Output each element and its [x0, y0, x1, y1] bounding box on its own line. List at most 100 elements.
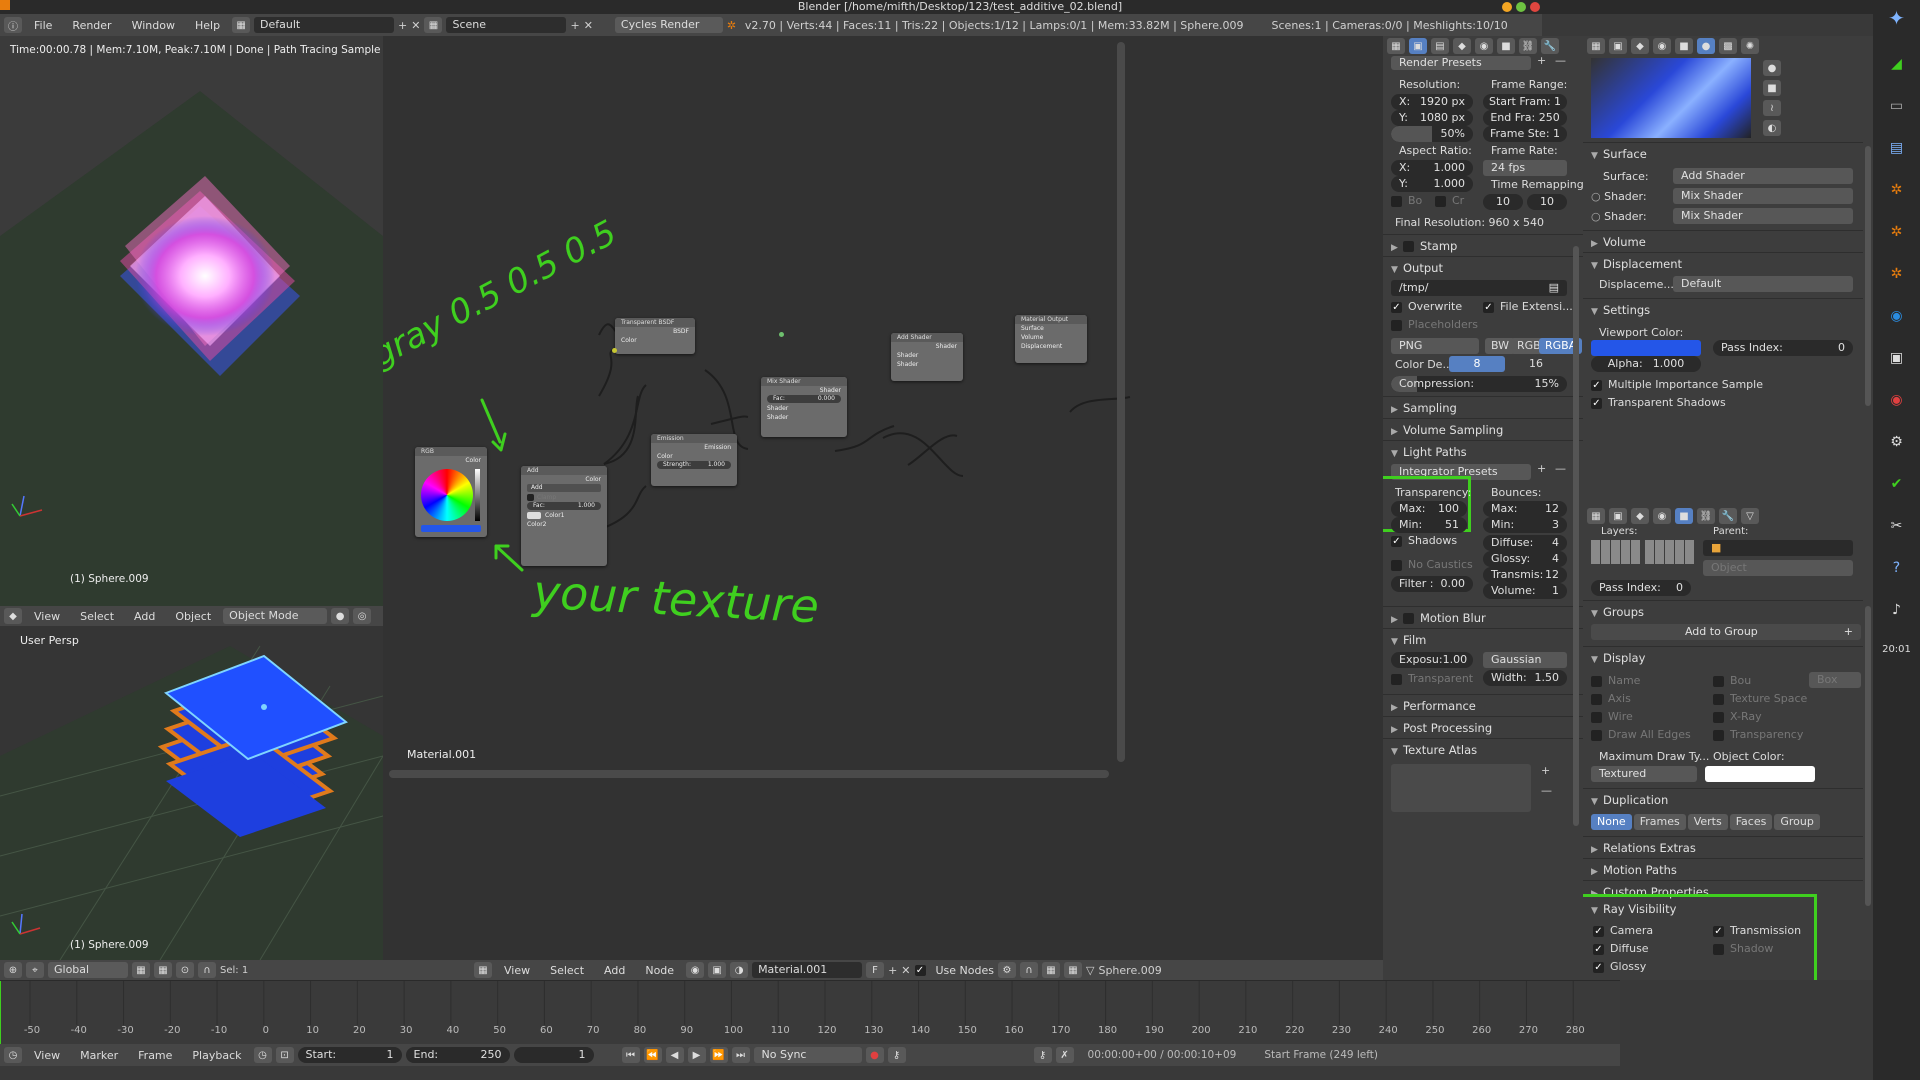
preview-flat-icon[interactable]: ■ [1763, 80, 1781, 96]
film-transparent-checkbox[interactable]: Transparent [1391, 672, 1473, 685]
render-engine-select[interactable]: Cycles Render [614, 17, 723, 33]
play-icon[interactable]: ▶ [687, 1047, 706, 1063]
object-tab-icon-2[interactable]: ■ [1675, 38, 1693, 54]
ray-diffuse-checkbox[interactable]: ✓ Diffuse [1593, 942, 1649, 955]
preview-world-icon[interactable]: ◐ [1763, 120, 1781, 136]
help-icon[interactable]: ? [1893, 560, 1900, 576]
scene-tab-icon-3[interactable]: ◆ [1631, 508, 1649, 524]
remove-preset-icon[interactable]: — [1555, 54, 1566, 67]
files-icon[interactable]: ▤ [1890, 140, 1903, 156]
surface-shader-select[interactable]: Add Shader [1673, 168, 1853, 184]
add-to-group-button[interactable]: Add to Group + [1591, 624, 1861, 640]
material-pass-index-field[interactable]: Pass Index: 0 [1713, 340, 1853, 356]
display-section-header[interactable]: ▼ Display [1583, 646, 1863, 668]
scissors-icon[interactable]: ✂ [1891, 518, 1903, 534]
mode-select[interactable]: Object Mode [223, 608, 328, 624]
constraints-tab-icon[interactable]: ⛓ [1519, 38, 1537, 54]
remove-material-icon[interactable]: ✕ [901, 964, 910, 977]
displacement-select[interactable]: Default [1673, 276, 1853, 292]
editor-type-icon[interactable]: ◆ [4, 608, 22, 624]
fake-user-button[interactable]: F [866, 962, 885, 978]
mis-checkbox[interactable]: ✓ Multiple Importance Sample [1591, 378, 1763, 391]
record-icon[interactable]: ● [865, 1047, 884, 1063]
object-props-scrollbar[interactable] [1865, 606, 1871, 906]
output-section-header[interactable]: ▼ Output [1383, 256, 1583, 278]
jump-start-icon[interactable]: ⏮ [621, 1047, 640, 1063]
copy-node-icon[interactable]: ▦ [1042, 962, 1060, 978]
jump-end-icon[interactable]: ⏭ [731, 1047, 750, 1063]
chrome-icon[interactable]: ◉ [1890, 392, 1902, 408]
exposure-field[interactable]: Exposu: 1.00 [1391, 652, 1473, 668]
preview-range-icon[interactable]: ◷ [253, 1047, 272, 1063]
res-x-field[interactable]: X: 1920 px [1391, 94, 1473, 110]
add-preset-icon[interactable]: + [1537, 54, 1546, 67]
dup-frames-button[interactable]: Frames [1633, 814, 1686, 830]
remove-atlas-icon[interactable]: — [1541, 784, 1552, 797]
bounds-checkbox[interactable]: Bou [1713, 674, 1751, 687]
scene-icon[interactable]: ▦ [424, 17, 443, 33]
node-editor-type-icon[interactable]: ▦ [474, 962, 492, 978]
dup-verts-button[interactable]: Verts [1687, 814, 1728, 830]
node-menu-add[interactable]: Add [596, 964, 633, 977]
next-keyframe-icon[interactable]: ⏩ [709, 1047, 728, 1063]
res-y-field[interactable]: Y: 1080 px [1391, 110, 1473, 126]
overwrite-checkbox[interactable]: ✓ Overwrite [1391, 300, 1462, 313]
dup-none-button[interactable]: None [1591, 814, 1632, 830]
layer-grid-2[interactable] [1645, 540, 1695, 564]
magnet-icon[interactable]: ∩ [198, 962, 216, 978]
viewport-color-swatch[interactable] [1591, 340, 1701, 356]
post-processing-section-header[interactable]: ▶ Post Processing [1383, 716, 1583, 738]
crop-checkbox[interactable]: Cr [1435, 194, 1464, 207]
dup-faces-button[interactable]: Faces [1729, 814, 1773, 830]
view3d-menu-object[interactable]: Object [167, 610, 219, 623]
file-extensions-checkbox[interactable]: ✓ File Extensi... [1483, 300, 1573, 313]
render-props-scrollbar[interactable] [1573, 246, 1579, 826]
use-nodes-checkbox[interactable]: ✓ [914, 964, 926, 976]
object-transparency-checkbox[interactable]: Transparency [1713, 728, 1803, 741]
volume-section-header[interactable]: ▶ Volume [1583, 230, 1863, 252]
transparency-max-field[interactable]: Max: 100 [1391, 501, 1467, 517]
ray-shadow-checkbox[interactable]: Shadow [1713, 942, 1773, 955]
settings-section-header[interactable]: ▼ Settings [1583, 298, 1863, 320]
backdrop-icon[interactable]: ⚙ [998, 962, 1016, 978]
aspect-y-field[interactable]: Y: 1.000 [1391, 176, 1473, 192]
axis-checkbox[interactable]: Axis [1591, 692, 1631, 705]
timeline-editor-icon[interactable]: ◷ [4, 1047, 22, 1063]
add-layout-icon[interactable]: + [398, 19, 407, 32]
end-frame-timeline-field[interactable]: End: 250 [405, 1047, 510, 1063]
play-reverse-icon[interactable]: ◀ [665, 1047, 684, 1063]
info-editor-icon[interactable]: ⓘ [4, 17, 22, 33]
scene-field[interactable]: Scene [446, 17, 567, 33]
constraints-tab-icon-3[interactable]: ⛓ [1697, 508, 1715, 524]
shadows-checkbox[interactable]: ✓ Shadows [1391, 534, 1457, 547]
object-tab-icon-3[interactable]: ■ [1675, 508, 1693, 524]
layers-icon[interactable]: ▦ [132, 962, 150, 978]
monitor-icon[interactable]: ▭ [1890, 98, 1903, 114]
layers-tab-icon[interactable]: ▤ [1431, 38, 1449, 54]
shader1-select[interactable]: Mix Shader [1673, 188, 1853, 204]
menu-render[interactable]: Render [64, 19, 119, 32]
timeline-menu-marker[interactable]: Marker [72, 1049, 126, 1062]
timeline[interactable]: -50 -40 -30 -20 -10 0 10 20 30 40 50 60 70 80 90 100 110… [0, 980, 1620, 1045]
vertical-scrollbar[interactable] [1117, 42, 1125, 762]
timeline-menu-playback[interactable]: Playback [184, 1049, 249, 1062]
scene-tab-icon[interactable]: ◆ [1453, 38, 1471, 54]
current-frame-field[interactable]: 1 [513, 1047, 594, 1063]
relations-extras-section-header[interactable]: ▶ Relations Extras [1583, 836, 1863, 858]
preview-sphere-icon[interactable]: ● [1763, 60, 1781, 76]
network-icon[interactable]: ◢ [1891, 56, 1902, 72]
fps-select[interactable]: 24 fps [1483, 160, 1567, 176]
compression-field[interactable]: Compression: 15% [1391, 376, 1567, 392]
stamp-section-header[interactable]: ▶ Stamp [1383, 234, 1583, 256]
terminal-icon[interactable]: ▣ [1890, 350, 1903, 366]
add-scene-icon[interactable]: + [570, 19, 579, 32]
transmission-bounces-field[interactable]: Transmis: 12 [1483, 567, 1567, 583]
draw-all-edges-checkbox[interactable]: Draw All Edges [1591, 728, 1691, 741]
parent-field[interactable]: ■ [1703, 540, 1853, 556]
sync-mode-select[interactable]: No Sync [753, 1047, 862, 1063]
surface-section-header[interactable]: ▼ Surface [1583, 142, 1863, 164]
transparent-shadows-checkbox[interactable]: ✓ Transparent Shadows [1591, 396, 1726, 409]
depth-8-button[interactable]: 8 [1449, 356, 1505, 372]
minimize-button[interactable] [1502, 2, 1512, 12]
view3d-menu-select[interactable]: Select [72, 610, 122, 623]
